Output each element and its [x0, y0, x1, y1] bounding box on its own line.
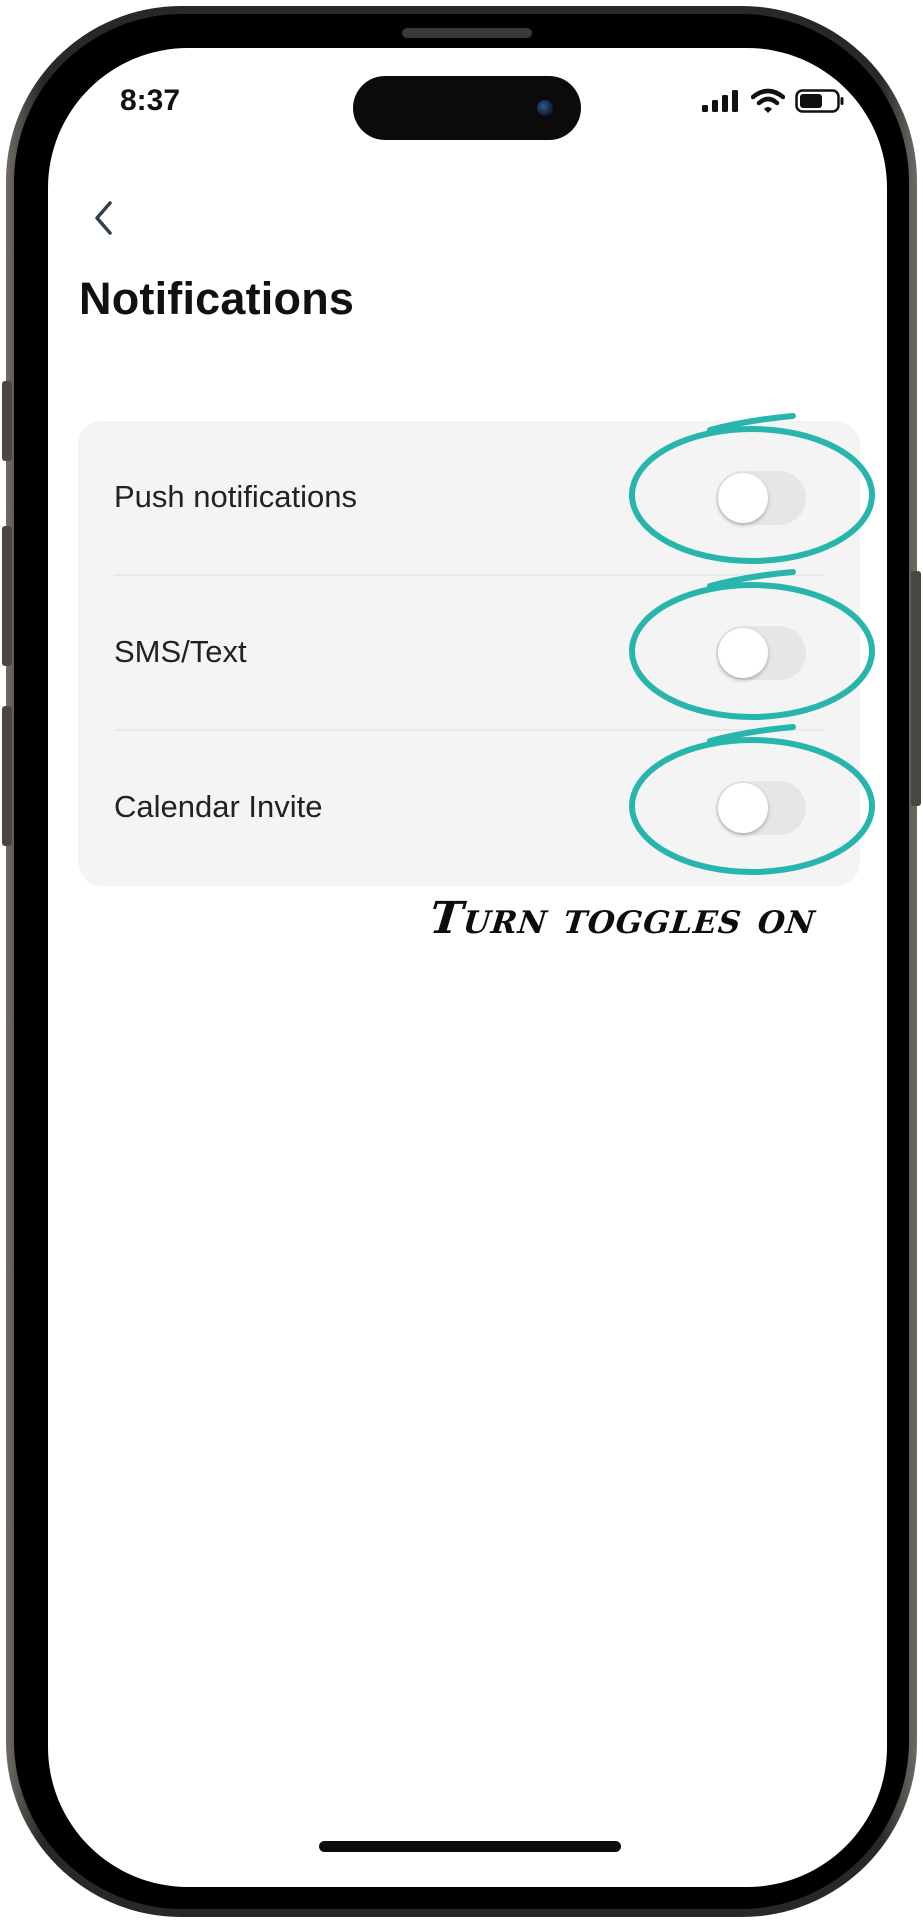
camera-icon [537, 100, 553, 116]
toggle-knob [718, 473, 768, 523]
dynamic-island [353, 76, 581, 140]
power-button [911, 571, 921, 806]
setting-label-sms-text: SMS/Text [114, 634, 247, 669]
phone-screen: 8:37 Notifications Push notifications SM… [48, 48, 887, 1887]
toggle-knob [718, 783, 768, 833]
volume-down-button [2, 706, 12, 846]
annotation-note: Turn toggles on [427, 893, 819, 944]
volume-up-button [2, 526, 12, 666]
setting-row-sms-text: SMS/Text [78, 576, 860, 731]
action-button [2, 381, 12, 461]
sms-text-toggle[interactable] [716, 626, 806, 680]
toggle-knob [718, 628, 768, 678]
calendar-invite-toggle[interactable] [716, 781, 806, 835]
status-icons [701, 88, 845, 114]
battery-icon [795, 89, 844, 113]
home-indicator[interactable] [319, 1841, 621, 1852]
chevron-left-icon [95, 201, 112, 235]
setting-label-push-notifications: Push notifications [114, 479, 357, 514]
status-time: 8:37 [120, 84, 181, 117]
page-title: Notifications [79, 273, 355, 324]
wifi-icon [751, 88, 785, 113]
speaker-slit [402, 28, 532, 38]
setting-row-push-notifications: Push notifications [78, 421, 860, 576]
setting-row-calendar-invite: Calendar Invite [78, 731, 860, 886]
push-notifications-toggle[interactable] [716, 471, 806, 525]
cellular-signal-icon [702, 90, 738, 112]
back-button[interactable] [78, 193, 128, 243]
setting-label-calendar-invite: Calendar Invite [114, 789, 323, 824]
notification-settings-card: Push notifications SMS/Text Calendar Inv… [78, 421, 860, 886]
phone-frame: 8:37 Notifications Push notifications SM… [2, 6, 921, 1917]
